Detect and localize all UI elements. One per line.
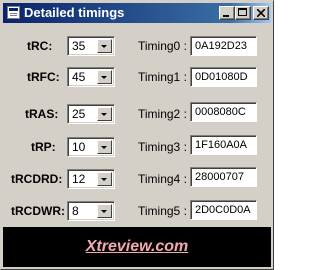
tras-select[interactable]: 25: [67, 104, 115, 124]
timing5-value: 2D0C0D0A: [195, 204, 251, 216]
timing2-field[interactable]: 0008080C: [190, 102, 257, 122]
timing1-field[interactable]: 0D01080D: [190, 67, 257, 87]
chevron-down-icon[interactable]: [97, 107, 112, 121]
window-title: Detailed timings: [24, 5, 125, 20]
title-bar[interactable]: Detailed timings: [3, 3, 271, 23]
maximize-button[interactable]: [235, 6, 251, 20]
timing4-field[interactable]: 28000707: [190, 167, 257, 187]
trcdwr-label: tRCDWR:: [11, 204, 65, 218]
timing3-field[interactable]: 1F160A0A: [190, 135, 257, 155]
timing0-value: 0A192D23: [195, 40, 247, 52]
app-window-icon: [7, 6, 20, 19]
detailed-timings-window: Detailed timings tRC: 35 Timing0 : 0A192…: [0, 0, 274, 270]
timing5-label: Timing5 :: [138, 204, 187, 218]
trc-value: 35: [72, 39, 86, 53]
timing5-field[interactable]: 2D0C0D0A: [190, 200, 257, 220]
chevron-down-icon[interactable]: [97, 39, 112, 53]
timing2-value: 0008080C: [195, 106, 246, 118]
close-button[interactable]: [253, 6, 269, 20]
trp-label: tRP:: [31, 140, 56, 154]
trcdrd-value: 12: [72, 172, 86, 186]
tras-value: 25: [72, 107, 86, 121]
chevron-down-icon[interactable]: [97, 204, 112, 218]
trfc-value: 45: [72, 70, 86, 84]
close-icon: [257, 9, 265, 17]
trp-select[interactable]: 10: [67, 137, 115, 157]
trcdwr-select[interactable]: 8: [67, 201, 115, 221]
timing4-label: Timing4 :: [138, 172, 187, 186]
timing1-value: 0D01080D: [195, 71, 248, 83]
trcdwr-value: 8: [72, 204, 79, 218]
timing3-value: 1F160A0A: [195, 139, 247, 151]
trfc-select[interactable]: 45: [67, 67, 115, 87]
timing0-label: Timing0 :: [138, 39, 187, 53]
timing3-label: Timing3 :: [138, 140, 187, 154]
trp-value: 10: [72, 140, 86, 154]
timing4-value: 28000707: [195, 171, 244, 183]
trcdrd-select[interactable]: 12: [67, 169, 115, 189]
tras-label: tRAS:: [25, 107, 59, 121]
chevron-down-icon[interactable]: [97, 140, 112, 154]
timing1-label: Timing1 :: [138, 70, 187, 84]
chevron-down-icon[interactable]: [97, 70, 112, 84]
timing2-label: Timing2 :: [138, 107, 187, 121]
trcdrd-label: tRCDRD:: [11, 172, 63, 186]
chevron-down-icon[interactable]: [97, 172, 112, 186]
site-link[interactable]: Xtreview.com: [3, 237, 271, 256]
minimize-button[interactable]: [219, 6, 235, 20]
timing0-field[interactable]: 0A192D23: [190, 36, 257, 56]
trfc-label: tRFC:: [27, 70, 60, 84]
trc-select[interactable]: 35: [67, 36, 115, 56]
site-banner: Xtreview.com: [3, 227, 271, 267]
trc-label: tRC:: [27, 39, 53, 53]
